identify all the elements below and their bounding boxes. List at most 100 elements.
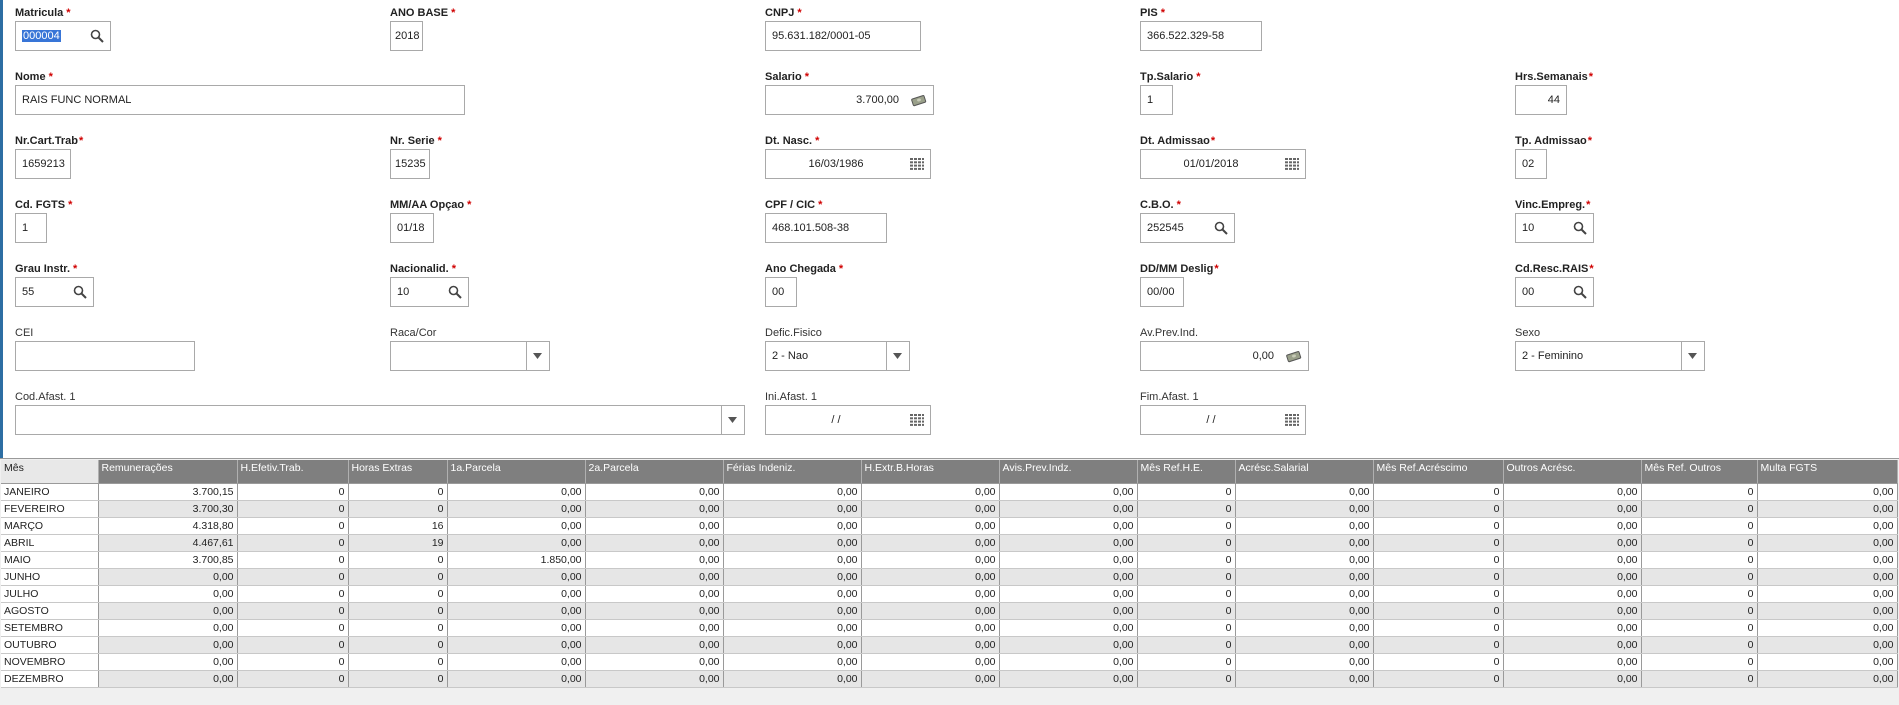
value-cell[interactable]: 0,00 [1235,568,1374,586]
value-cell[interactable]: 0,00 [1503,568,1642,586]
value-cell[interactable]: 0,00 [1235,483,1374,501]
search-icon[interactable] [448,285,462,299]
value-cell[interactable]: 0,00 [1235,636,1374,654]
dropdown-button[interactable] [721,406,744,434]
value-cell[interactable]: 0 [1373,670,1504,688]
value-cell[interactable]: 0 [348,551,448,569]
value-cell[interactable]: 0,00 [447,670,586,688]
column-header[interactable]: Mês Ref.H.E. [1137,460,1236,484]
value-cell[interactable]: 0,00 [1503,602,1642,620]
value-cell[interactable]: 0 [348,585,448,603]
table-row[interactable]: MARÇO 4.318,80 0 16 0,00 0,00 0,00 0,00 0,00 0 0,0… [1,517,1898,535]
value-cell[interactable]: 0,00 [447,500,586,518]
value-cell[interactable]: 0,00 [861,619,1000,637]
value-cell[interactable]: 0,00 [1757,619,1898,637]
value-cell[interactable]: 0,00 [861,551,1000,569]
value-cell[interactable]: 0 [348,670,448,688]
value-cell[interactable]: 0,00 [723,483,862,501]
value-cell[interactable]: 0,00 [861,653,1000,671]
calendar-icon[interactable] [910,157,924,171]
value-cell[interactable]: 1.850,00 [447,551,586,569]
value-cell[interactable]: 0,00 [723,653,862,671]
hrs-semanais-input[interactable]: 44 [1515,85,1567,115]
value-cell[interactable]: 0 [1137,670,1236,688]
value-cell[interactable]: 0,00 [861,500,1000,518]
dd-mm-deslig-input[interactable]: 00/00 [1140,277,1184,307]
calendar-icon[interactable] [910,413,924,427]
value-cell[interactable]: 0,00 [723,517,862,535]
month-cell[interactable]: AGOSTO [1,602,99,620]
search-icon[interactable] [1573,285,1587,299]
column-header[interactable]: Horas Extras [348,460,448,484]
value-cell[interactable]: 0,00 [1235,585,1374,603]
value-cell[interactable]: 0,00 [1757,636,1898,654]
value-cell[interactable]: 0,00 [1503,670,1642,688]
value-cell[interactable]: 0 [1641,636,1758,654]
column-header[interactable]: Avis.Prev.Indz. [999,460,1138,484]
value-cell[interactable]: 0,00 [1757,670,1898,688]
value-cell[interactable]: 0 [237,551,349,569]
value-cell[interactable]: 0 [1137,534,1236,552]
value-cell[interactable]: 0,00 [1757,585,1898,603]
cd-resc-rais-input[interactable]: 00 [1515,277,1594,307]
value-cell[interactable]: 0,00 [1235,670,1374,688]
value-cell[interactable]: 0,00 [585,534,724,552]
table-row[interactable]: NOVEMBRO 0,00 0 0 0,00 0,00 0,00 0,00 0,00 0 0,00 0… [1,653,1898,671]
value-cell[interactable]: 0,00 [1757,534,1898,552]
table-row[interactable]: JANEIRO 3.700,15 0 0 0,00 0,00 0,00 0,00 0,00 0 0,… [1,483,1898,501]
value-cell[interactable]: 0,00 [585,602,724,620]
search-icon[interactable] [1214,221,1228,235]
value-cell[interactable]: 0 [237,517,349,535]
table-row[interactable]: JUNHO 0,00 0 0 0,00 0,00 0,00 0,00 0,00 0 0,00 0 0,0… [1,568,1898,586]
value-cell[interactable]: 0,00 [585,636,724,654]
raca-cor-select[interactable] [390,341,550,371]
value-cell[interactable]: 0,00 [98,636,238,654]
value-cell[interactable]: 0,00 [447,602,586,620]
month-cell[interactable]: MAIO [1,551,99,569]
value-cell[interactable]: 0 [1641,483,1758,501]
value-cell[interactable]: 0,00 [723,670,862,688]
mm-aa-opcao-input[interactable]: 01/18 [390,213,434,243]
value-cell[interactable]: 0,00 [861,517,1000,535]
table-row[interactable]: AGOSTO 0,00 0 0 0,00 0,00 0,00 0,00 0,00 0 0,00 0 0,… [1,602,1898,620]
value-cell[interactable]: 0,00 [585,483,724,501]
month-cell[interactable]: JULHO [1,585,99,603]
value-cell[interactable]: 0 [237,483,349,501]
value-cell[interactable]: 0,00 [1503,585,1642,603]
value-cell[interactable]: 0 [1137,619,1236,637]
salario-input[interactable]: 3.700,00 [765,85,934,115]
value-cell[interactable]: 0,00 [723,619,862,637]
value-cell[interactable]: 0,00 [723,602,862,620]
value-cell[interactable]: 0 [1137,551,1236,569]
value-cell[interactable]: 0 [1641,568,1758,586]
column-header[interactable]: Outros Acrésc. [1503,460,1642,484]
value-cell[interactable]: 0 [237,653,349,671]
value-cell[interactable]: 0,00 [861,483,1000,501]
value-cell[interactable]: 0 [348,483,448,501]
value-cell[interactable]: 0,00 [1757,568,1898,586]
av-prev-ind-input[interactable]: 0,00 [1140,341,1309,371]
table-row[interactable]: SETEMBRO 0,00 0 0 0,00 0,00 0,00 0,00 0,00 0 0,00 0… [1,619,1898,637]
value-cell[interactable]: 0 [1137,483,1236,501]
value-cell[interactable]: 0,00 [999,500,1138,518]
dropdown-button[interactable] [1681,342,1704,370]
value-cell[interactable]: 0,00 [447,585,586,603]
value-cell[interactable]: 0,00 [861,534,1000,552]
cei-input[interactable] [15,341,195,371]
value-cell[interactable]: 0,00 [98,653,238,671]
value-cell[interactable]: 0,00 [999,602,1138,620]
value-cell[interactable]: 0 [1373,500,1504,518]
value-cell[interactable]: 0,00 [1503,500,1642,518]
value-cell[interactable]: 0,00 [1235,619,1374,637]
value-cell[interactable]: 0,00 [447,517,586,535]
value-cell[interactable]: 0 [1641,517,1758,535]
dropdown-button[interactable] [886,342,909,370]
value-cell[interactable]: 0,00 [98,568,238,586]
month-cell[interactable]: NOVEMBRO [1,653,99,671]
value-cell[interactable]: 0,00 [1235,500,1374,518]
column-header[interactable]: Mês Ref.Acréscimo [1373,460,1504,484]
column-header[interactable]: Remunerações [98,460,238,484]
value-cell[interactable]: 0 [348,500,448,518]
value-cell[interactable]: 0,00 [999,636,1138,654]
table-row[interactable]: FEVEREIRO 3.700,30 0 0 0,00 0,00 0,00 0,00 0,00 0… [1,500,1898,518]
